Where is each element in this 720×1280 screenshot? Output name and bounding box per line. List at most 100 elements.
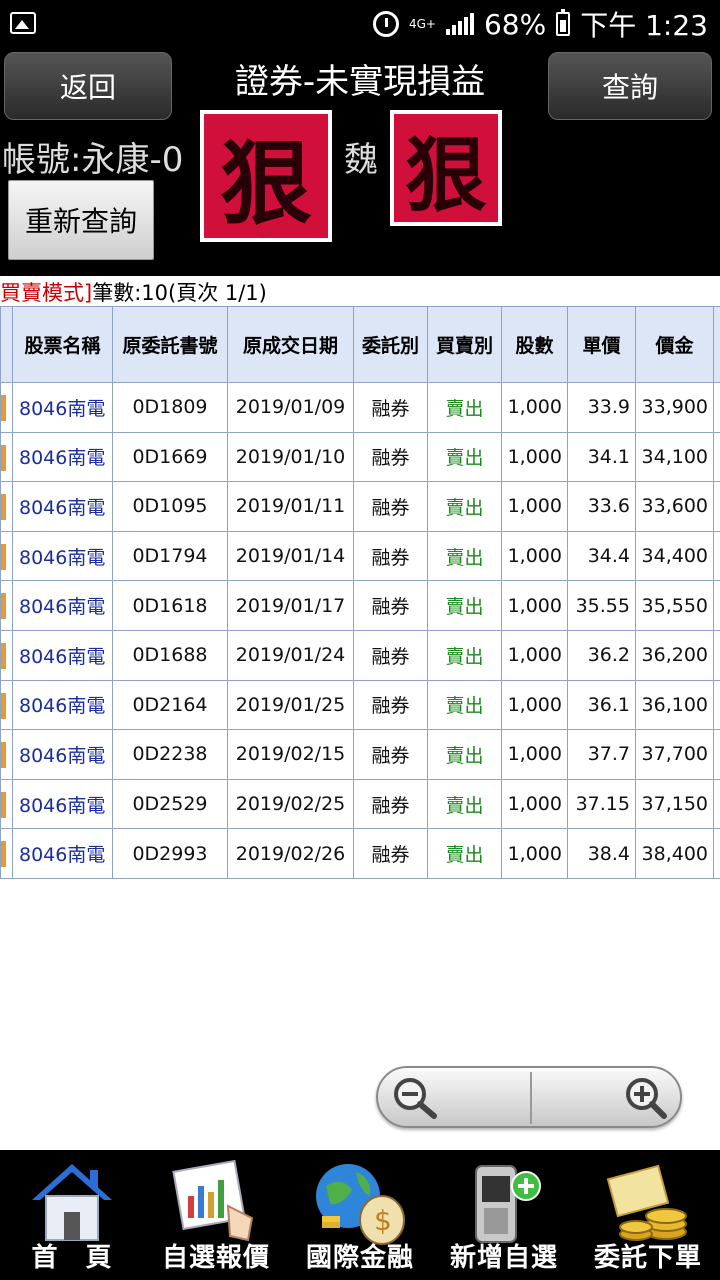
order-number: 0D1794 bbox=[112, 530, 228, 582]
svg-text:$: $ bbox=[374, 1204, 392, 1237]
table-row[interactable]: 8046南電 0D1688 2019/01/24 融券 賣出 1,000 36.2 36,20… bbox=[0, 629, 720, 681]
watchlist-chart-icon bbox=[172, 1159, 254, 1242]
total-amount: 37,150 bbox=[635, 778, 714, 830]
order-number: 0D1669 bbox=[112, 431, 228, 483]
back-button[interactable]: 返回 bbox=[4, 52, 172, 120]
stock-name-link[interactable]: 8046南電 bbox=[12, 729, 113, 780]
order-type: 融券 bbox=[353, 382, 428, 433]
total-amount: 33,600 bbox=[635, 481, 714, 532]
stock-name-link[interactable]: 8046南電 bbox=[12, 382, 113, 433]
share-quantity: 1,000 bbox=[501, 431, 568, 483]
table-row[interactable]: 8046南電 0D1095 2019/01/11 融券 賣出 1,000 33.6 33,60… bbox=[0, 481, 720, 532]
zoom-in-icon bbox=[626, 1078, 667, 1119]
trade-side: 賣出 bbox=[427, 679, 502, 731]
row-marker-bar bbox=[1, 791, 6, 818]
row-marker-bar bbox=[1, 494, 6, 521]
unit-price: 33.9 bbox=[567, 382, 636, 433]
table-row[interactable]: 8046南電 0D1669 2019/01/10 融券 賣出 1,000 34.1 34,10… bbox=[0, 431, 720, 483]
column-header[interactable]: 委託別 bbox=[353, 306, 428, 383]
order-type: 融券 bbox=[353, 679, 428, 731]
row-marker-bar bbox=[1, 444, 6, 471]
nav-label: 委託下單 bbox=[593, 1243, 702, 1273]
order-number: 0D2529 bbox=[112, 778, 228, 830]
nav-label: 自選報價 bbox=[161, 1243, 270, 1273]
row-marker bbox=[0, 580, 13, 631]
row-marker-bar bbox=[1, 742, 6, 769]
nav-international[interactable]: $ 國際金融 bbox=[288, 1150, 432, 1280]
row-marker-bar bbox=[1, 642, 6, 669]
row-marker-bar bbox=[1, 841, 6, 868]
order-type: 融券 bbox=[353, 431, 428, 483]
stock-name-link[interactable]: 8046南電 bbox=[12, 431, 113, 483]
table-header-row: 股票名稱 原委託書號 原成交日期 委託別 買賣別 股數 單價 價金 bbox=[0, 306, 720, 383]
stock-name-link[interactable]: 8046南電 bbox=[12, 580, 113, 631]
coins-order-icon bbox=[606, 1164, 687, 1241]
trade-date: 2019/01/09 bbox=[227, 382, 354, 433]
row-marker bbox=[0, 382, 13, 433]
header: 返回 證券-未實現損益 查詢 帳號:永康-0 狠 魏 狠 重新查詢 bbox=[0, 48, 720, 276]
unit-price: 38.4 bbox=[567, 828, 636, 879]
column-header[interactable]: 股數 bbox=[501, 306, 568, 383]
zoom-out-button[interactable] bbox=[378, 1068, 528, 1126]
query-button[interactable]: 查詢 bbox=[548, 52, 712, 120]
column-header[interactable]: 價金 bbox=[635, 306, 714, 383]
stock-name-link[interactable]: 8046南電 bbox=[12, 828, 113, 879]
total-amount: 33,900 bbox=[635, 382, 714, 433]
trade-side: 賣出 bbox=[427, 729, 502, 780]
trade-date: 2019/02/25 bbox=[227, 778, 354, 830]
nav-order[interactable]: 委託下單 bbox=[576, 1150, 720, 1280]
trade-side: 賣出 bbox=[427, 580, 502, 631]
share-quantity: 1,000 bbox=[501, 629, 568, 681]
phone-add-icon bbox=[475, 1165, 541, 1243]
total-amount: 35,550 bbox=[635, 580, 714, 631]
table-row[interactable]: 8046南電 0D2529 2019/02/25 融券 賣出 1,000 37.15 37,1… bbox=[0, 778, 720, 830]
table-row[interactable]: 8046南電 0D1794 2019/01/14 融券 賣出 1,000 34.4 34,40… bbox=[0, 530, 720, 582]
record-count: 筆數:10(頁次 1/1) bbox=[92, 281, 267, 305]
status-right: 4G+ 68% 下午 1:23 bbox=[372, 6, 708, 42]
nav-add-watchlist[interactable]: 新增自選 bbox=[432, 1150, 576, 1280]
unit-price: 34.4 bbox=[567, 530, 636, 582]
column-header[interactable]: 單價 bbox=[567, 306, 636, 383]
unit-price: 35.55 bbox=[567, 580, 636, 631]
unit-price: 33.6 bbox=[567, 481, 636, 532]
row-spacer bbox=[713, 431, 720, 483]
requery-button[interactable]: 重新查詢 bbox=[8, 180, 154, 260]
nav-watchlist[interactable]: 自選報價 bbox=[144, 1150, 288, 1280]
bottom-nav: 首 頁 自選報價 $ 國際金融 新增自選 委託下單 bbox=[0, 1150, 720, 1280]
row-spacer bbox=[713, 828, 720, 879]
row-marker-bar bbox=[1, 593, 6, 620]
table-row[interactable]: 8046南電 0D2993 2019/02/26 融券 賣出 1,000 38.4 38,40… bbox=[0, 828, 720, 879]
trade-date: 2019/01/11 bbox=[227, 481, 354, 532]
column-header[interactable]: 原成交日期 bbox=[227, 306, 354, 383]
row-spacer bbox=[713, 729, 720, 780]
stock-name-link[interactable]: 8046南電 bbox=[12, 679, 113, 731]
unit-price: 37.15 bbox=[567, 778, 636, 830]
order-number: 0D1809 bbox=[112, 382, 228, 433]
row-spacer bbox=[713, 530, 720, 582]
column-header[interactable]: 股票名稱 bbox=[12, 306, 113, 383]
table-row[interactable]: 8046南電 0D1618 2019/01/17 融券 賣出 1,000 35.55 35,5… bbox=[0, 580, 720, 631]
table-row[interactable]: 8046南電 0D2238 2019/02/15 融券 賣出 1,000 37.7 37,70… bbox=[0, 729, 720, 780]
order-type: 融券 bbox=[353, 481, 428, 532]
stock-name-link[interactable]: 8046南電 bbox=[12, 530, 113, 582]
network-type: 4G+ bbox=[408, 17, 436, 31]
nav-home[interactable]: 首 頁 bbox=[0, 1150, 144, 1280]
order-number: 0D2238 bbox=[112, 729, 228, 780]
zoom-in-button[interactable] bbox=[532, 1068, 682, 1126]
stock-name-link[interactable]: 8046南電 bbox=[12, 481, 113, 532]
stock-name-link[interactable]: 8046南電 bbox=[12, 629, 113, 681]
column-marker bbox=[0, 306, 13, 383]
status-bar: 4G+ 68% 下午 1:23 bbox=[0, 0, 720, 48]
row-marker bbox=[0, 629, 13, 681]
order-type: 融券 bbox=[353, 629, 428, 681]
unit-price: 36.1 bbox=[567, 679, 636, 731]
table-row[interactable]: 8046南電 0D2164 2019/01/25 融券 賣出 1,000 36.1 36,10… bbox=[0, 679, 720, 731]
share-quantity: 1,000 bbox=[501, 530, 568, 582]
image-notification-icon bbox=[10, 12, 36, 34]
column-header[interactable]: 原委託書號 bbox=[112, 306, 228, 383]
column-header[interactable]: 買賣別 bbox=[427, 306, 502, 383]
table-row[interactable]: 8046南電 0D1809 2019/01/09 融券 賣出 1,000 33.9 33,90… bbox=[0, 382, 720, 433]
row-marker bbox=[0, 481, 13, 532]
share-quantity: 1,000 bbox=[501, 382, 568, 433]
stock-name-link[interactable]: 8046南電 bbox=[12, 778, 113, 830]
